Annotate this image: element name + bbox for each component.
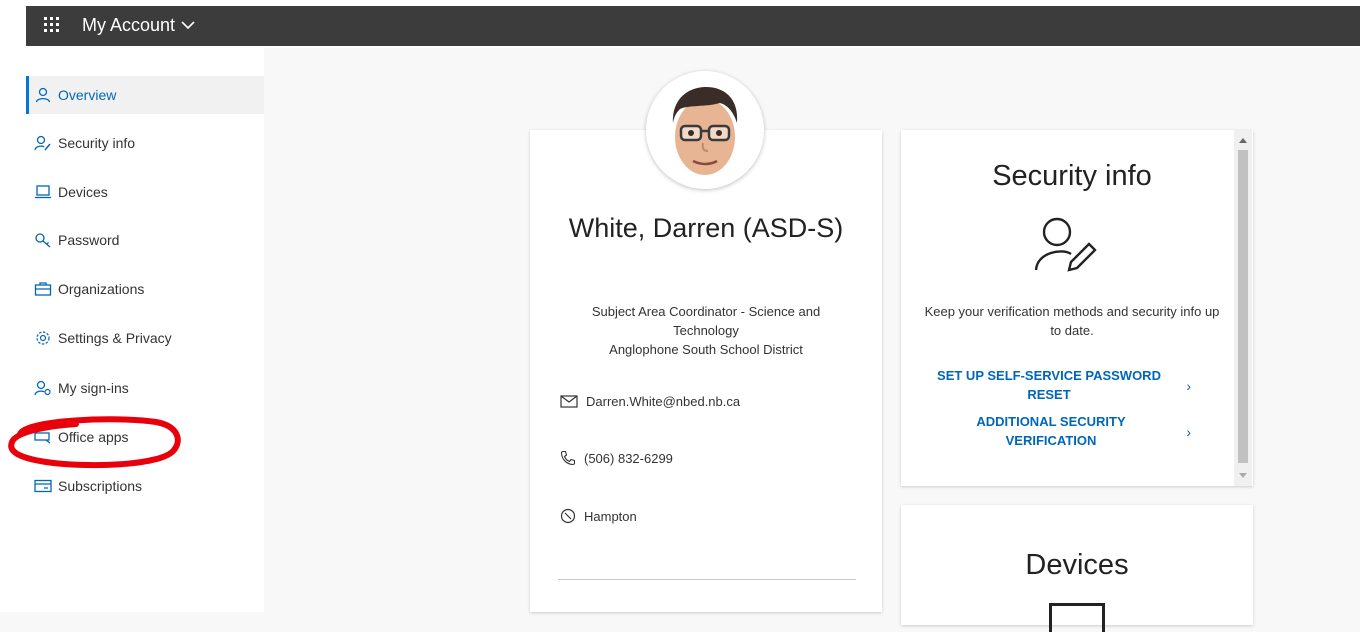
phone-icon: [560, 450, 576, 466]
sidebar-item-my-sign-ins[interactable]: My sign-ins: [26, 369, 264, 407]
profile-organization: Anglophone South School District: [609, 342, 803, 357]
sidebar-item-label: Security info: [58, 135, 136, 151]
security-card-scrollbar[interactable]: [1234, 130, 1252, 486]
card-icon: [34, 477, 52, 495]
red-annotation-circle: [8, 416, 181, 469]
profile-phone: (506) 832-6299: [584, 450, 673, 466]
person-edit-icon: [1034, 217, 1097, 272]
set-up-sspr-link[interactable]: SET UP SELF-SERVICE PASSWORD RESET: [919, 366, 1179, 404]
gear-icon: [34, 329, 52, 347]
profile-email: Darren.White@nbed.nb.ca: [586, 394, 741, 409]
devices-card: Devices: [901, 505, 1253, 632]
chevron-right-icon: ›: [1186, 424, 1191, 440]
sidebar-item-label: Overview: [58, 87, 117, 103]
sidebar-item-organizations[interactable]: Organizations: [26, 270, 264, 308]
sidebar-item-label: My sign-ins: [58, 380, 129, 396]
sidebar-item-subscriptions[interactable]: Subscriptions: [26, 467, 264, 505]
person-icon: [34, 86, 52, 104]
additional-security-verification-link[interactable]: ADDITIONAL SECURITY VERIFICATION: [951, 412, 1151, 450]
profile-title-block: Subject Area Coordinator - Science and T…: [530, 302, 882, 359]
sidebar-item-password[interactable]: Password: [26, 221, 264, 259]
app-title: My Account: [82, 15, 176, 35]
briefcase-icon: [34, 280, 52, 298]
app-launcher-icon[interactable]: [44, 17, 60, 33]
scrollbar-thumb[interactable]: [1238, 150, 1248, 463]
profile-name: White, Darren (ASD-S): [568, 213, 844, 243]
avatar: [646, 71, 764, 189]
key-icon: [34, 231, 52, 249]
person-signin-icon: [34, 379, 52, 397]
security-info-card: Security info Keep your verification met…: [901, 130, 1253, 486]
chevron-down-icon: [181, 21, 195, 30]
location-icon: [560, 508, 576, 524]
sidebar-item-security-info[interactable]: Security info: [26, 124, 264, 162]
sidebar: Overview Security info Devices Password …: [0, 48, 264, 612]
chevron-right-icon: ›: [1186, 378, 1191, 394]
top-bar: My Account: [0, 0, 1360, 48]
profile-email-row: Darren.White@nbed.nb.ca: [560, 394, 740, 409]
header-bar: My Account: [26, 6, 1360, 46]
sidebar-item-label: Subscriptions: [58, 478, 143, 494]
sidebar-item-label: Password: [58, 232, 120, 248]
security-card-description: Keep your verification methods and secur…: [924, 304, 1220, 338]
divider: [558, 579, 856, 580]
sidebar-item-settings-privacy[interactable]: Settings & Privacy: [26, 319, 264, 357]
security-card-title: Security info: [992, 160, 1152, 192]
profile-location: Hampton: [584, 508, 637, 524]
main-content: White, Darren (ASD-S) Subject Area Coord…: [264, 48, 1360, 632]
sidebar-item-overview[interactable]: Overview: [26, 76, 264, 114]
sidebar-item-devices[interactable]: Devices: [26, 173, 264, 211]
sidebar-item-label: Organizations: [58, 281, 145, 297]
laptop-icon: [34, 183, 52, 201]
monitor-icon: [1049, 603, 1105, 632]
scroll-down-arrow[interactable]: [1239, 473, 1247, 478]
profile-card: White, Darren (ASD-S) Subject Area Coord…: [530, 130, 882, 612]
app-title-button[interactable]: My Account: [82, 12, 195, 38]
scroll-up-arrow[interactable]: [1239, 138, 1247, 143]
person-key-icon: [34, 134, 52, 152]
sidebar-item-label: Settings & Privacy: [58, 330, 172, 346]
sidebar-item-label: Devices: [58, 184, 108, 200]
profile-location-row: Hampton: [560, 508, 637, 524]
profile-job-title: Subject Area Coordinator - Science and T…: [591, 304, 821, 338]
profile-phone-row: (506) 832-6299: [560, 450, 673, 466]
devices-card-title: Devices: [1025, 549, 1129, 581]
mail-icon: [560, 395, 578, 408]
